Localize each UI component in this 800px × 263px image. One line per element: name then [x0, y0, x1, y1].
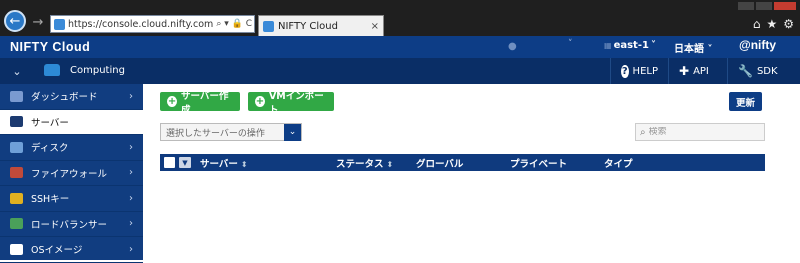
nifty-logo[interactable]: @nifty [739, 38, 776, 52]
sdk-button[interactable]: 🔧 SDK [727, 58, 800, 84]
chevron-right-icon: › [129, 141, 133, 153]
app-header: NIFTY Cloud ● ˅ ▦ east-1 ˅ 日本語 ˅ @nifty [0, 36, 800, 58]
sidebar-item[interactable]: ディスク › [0, 135, 143, 161]
sidebar-item-label: ロードバランサー [31, 219, 108, 231]
vm-import-label: VMインポート [268, 90, 324, 116]
region-label: east-1 [613, 40, 649, 51]
brand-logo[interactable]: NIFTY Cloud [10, 40, 90, 54]
window-close-button[interactable] [774, 2, 796, 10]
sidebar-item[interactable]: SSHキー › [0, 186, 143, 212]
table-header: ▼ サーバー ⬍ ステータス ⬍ グローバル プライベート タイプ [160, 154, 765, 171]
service-label: Computing [70, 64, 125, 76]
tab-favicon-icon [263, 20, 274, 32]
help-icon: ? [621, 64, 629, 78]
sidebar-item-label: サーバー [31, 117, 69, 129]
puzzle-icon: ✚ [679, 64, 690, 78]
chevron-right-icon: › [129, 90, 133, 102]
api-label: API [693, 65, 709, 77]
loadbalancer-icon [10, 218, 23, 230]
user-icon[interactable]: ● [508, 41, 517, 52]
chevron-right-icon: › [129, 192, 133, 204]
sidebar-item[interactable]: OSイメージ › [0, 237, 143, 263]
column-header-status[interactable]: ステータス ⬍ [336, 156, 393, 170]
sidebar: ダッシュボード › サーバー ディスク › ファイアウォール › SSHキー › ロードバランサー… [0, 84, 143, 263]
sidebar-item-label: OSイメージ [31, 245, 83, 257]
forward-icon[interactable]: → [30, 14, 46, 30]
disk-icon [10, 141, 23, 153]
chevron-right-icon: › [129, 167, 133, 179]
dashboard-icon [10, 90, 23, 102]
tab-title: NIFTY Cloud [278, 20, 338, 32]
column-header-server[interactable]: サーバー ⬍ [200, 156, 248, 170]
sidebar-item[interactable]: ダッシュボード › [0, 84, 143, 110]
sidebar-item-label: ディスク [31, 143, 69, 155]
computing-cloud-icon [44, 64, 60, 76]
refresh-button[interactable]: 更新 [729, 92, 762, 111]
window-controls [738, 2, 796, 10]
service-section[interactable]: Computing [44, 64, 125, 76]
server-icon [10, 116, 23, 128]
os-image-icon [10, 243, 23, 255]
user-dropdown[interactable]: ˅ [568, 39, 573, 49]
column-header-type: タイプ [604, 159, 633, 170]
sidebar-item-label: SSHキー [31, 194, 70, 206]
chevron-right-icon: › [129, 243, 133, 255]
select-all-checkbox[interactable] [164, 157, 175, 168]
region-grid-icon: ▦ [604, 41, 612, 50]
column-header-private: プライベート [510, 159, 568, 170]
sidebar-item[interactable]: ロードバランサー › [0, 212, 143, 237]
plus-icon: + [167, 96, 178, 107]
sidebar-item-label: ファイアウォール [31, 168, 108, 180]
create-server-label: サーバー作成 [181, 90, 229, 116]
search-box[interactable]: ⌕ [635, 123, 765, 141]
back-icon[interactable]: ← [4, 10, 26, 32]
browser-toolbar-icons: ⌂ ★ ⚙ [753, 17, 794, 31]
key-icon [10, 192, 23, 204]
server-action-select[interactable]: 選択したサーバーの操作 ⌄ [160, 123, 302, 141]
sidebar-item[interactable]: サーバー [0, 109, 143, 135]
favicon-icon [54, 18, 65, 30]
sort-icon: ⬍ [386, 160, 394, 169]
search-icon: ⌕ [640, 126, 646, 138]
main-content: + サーバー作成 + VMインポート 更新 選択したサーバーの操作 ⌄ ⌕ ▼ … [143, 84, 800, 260]
chevron-right-icon: › [129, 218, 133, 230]
create-server-button[interactable]: + サーバー作成 [160, 91, 240, 116]
browser-tab[interactable]: NIFTY Cloud × [258, 15, 384, 36]
server-action-value: 選択したサーバーの操作 [166, 128, 265, 139]
wrench-icon: 🔧 [738, 64, 753, 78]
favorites-star-icon[interactable]: ★ [766, 17, 777, 31]
firewall-icon [10, 167, 23, 179]
maximize-button[interactable] [756, 2, 772, 10]
region-selector[interactable]: ▦ east-1 ˅ [604, 40, 656, 51]
home-icon[interactable]: ⌂ [753, 17, 761, 31]
language-selector[interactable]: 日本語 ˅ [674, 40, 712, 55]
sidebar-item[interactable]: ファイアウォール › [0, 161, 143, 186]
url-text[interactable]: https://console.cloud.nifty.com/web/#cc [68, 19, 213, 30]
settings-gear-icon[interactable]: ⚙ [783, 17, 794, 31]
chevron-down-icon[interactable]: ⌄ [284, 123, 301, 141]
plus-icon: + [255, 96, 265, 107]
column-header-global: グローバル [416, 159, 464, 170]
address-controls[interactable]: ⌕ ▾ 🔒 C [216, 19, 254, 29]
sidebar-item-label: ダッシュボード [31, 92, 98, 104]
region-caret: ˅ [650, 40, 656, 51]
minimize-button[interactable] [738, 2, 754, 10]
sort-icon: ⬍ [240, 160, 248, 169]
search-input[interactable] [648, 127, 749, 137]
api-button[interactable]: ✚ API [668, 58, 727, 84]
sub-header: ⌄ Computing ? HELP ✚ API 🔧 SDK [0, 58, 800, 84]
tab-close-icon[interactable]: × [371, 21, 379, 32]
help-label: HELP [632, 65, 658, 77]
browser-chrome: ← → https://console.cloud.nifty.com/web/… [0, 0, 800, 36]
address-bar[interactable]: https://console.cloud.nifty.com/web/#cc … [50, 15, 255, 33]
vm-import-button[interactable]: + VMインポート [248, 91, 334, 116]
menu-toggle-chevron-icon[interactable]: ⌄ [0, 58, 34, 84]
help-button[interactable]: ? HELP [610, 58, 668, 84]
select-options-chevron-icon[interactable]: ▼ [179, 157, 191, 168]
sdk-label: SDK [756, 65, 778, 77]
